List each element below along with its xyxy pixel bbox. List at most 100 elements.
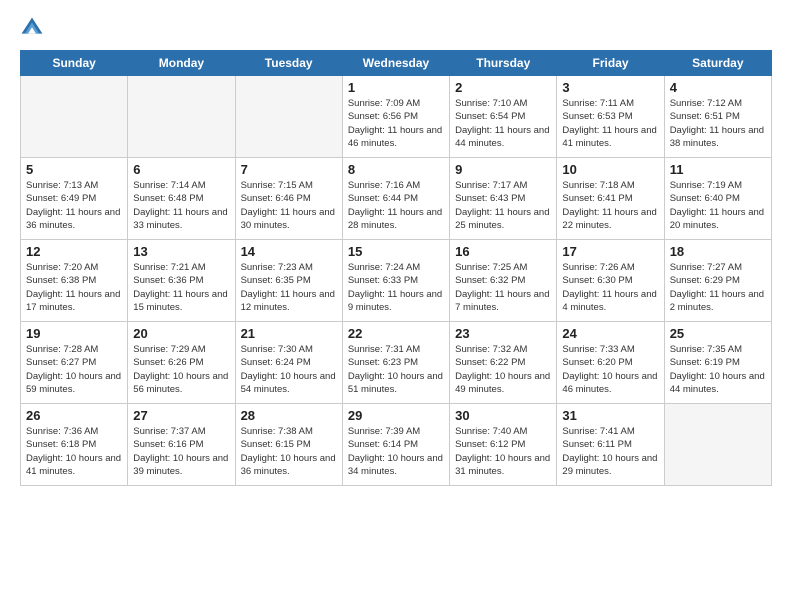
calendar-week-2: 12 Sunrise: 7:20 AM Sunset: 6:38 PM Dayli… xyxy=(21,240,772,322)
day-info: Sunrise: 7:29 AM Sunset: 6:26 PM Dayligh… xyxy=(133,343,229,396)
calendar-cell xyxy=(664,404,771,486)
calendar-cell xyxy=(128,76,235,158)
calendar-week-0: 1Sunrise: 7:09 AM Sunset: 6:56 PM Daylig… xyxy=(21,76,772,158)
day-info: Sunrise: 7:35 AM Sunset: 6:19 PM Dayligh… xyxy=(670,343,766,396)
calendar-cell: 3 Sunrise: 7:11 AM Sunset: 6:53 PM Daylig… xyxy=(557,76,664,158)
day-info: Sunrise: 7:23 AM Sunset: 6:35 PM Dayligh… xyxy=(241,261,337,314)
day-header-sunday: Sunday xyxy=(21,51,128,76)
day-number: 22 xyxy=(348,326,444,341)
day-info: Sunrise: 7:30 AM Sunset: 6:24 PM Dayligh… xyxy=(241,343,337,396)
calendar-table: SundayMondayTuesdayWednesdayThursdayFrid… xyxy=(20,50,772,486)
calendar-cell: 28 Sunrise: 7:38 AM Sunset: 6:15 PM Dayli… xyxy=(235,404,342,486)
day-info: Sunrise: 7:25 AM Sunset: 6:32 PM Dayligh… xyxy=(455,261,551,314)
calendar-cell: 6 Sunrise: 7:14 AM Sunset: 6:48 PM Daylig… xyxy=(128,158,235,240)
day-number: 7 xyxy=(241,162,337,177)
calendar-cell: 9 Sunrise: 7:17 AM Sunset: 6:43 PM Daylig… xyxy=(450,158,557,240)
day-number: 12 xyxy=(26,244,122,259)
calendar-cell: 2 Sunrise: 7:10 AM Sunset: 6:54 PM Daylig… xyxy=(450,76,557,158)
day-number: 19 xyxy=(26,326,122,341)
logo-icon xyxy=(20,16,44,40)
day-info: Sunrise: 7:41 AM Sunset: 6:11 PM Dayligh… xyxy=(562,425,658,478)
day-number: 21 xyxy=(241,326,337,341)
day-info: Sunrise: 7:14 AM Sunset: 6:48 PM Dayligh… xyxy=(133,179,229,232)
day-header-saturday: Saturday xyxy=(664,51,771,76)
day-info: Sunrise: 7:12 AM Sunset: 6:51 PM Dayligh… xyxy=(670,97,766,150)
day-number: 31 xyxy=(562,408,658,423)
calendar-cell: 23Sunrise: 7:32 AM Sunset: 6:22 PM Dayli… xyxy=(450,322,557,404)
day-number: 11 xyxy=(670,162,766,177)
day-number: 2 xyxy=(455,80,551,95)
day-info: Sunrise: 7:27 AM Sunset: 6:29 PM Dayligh… xyxy=(670,261,766,314)
day-info: Sunrise: 7:18 AM Sunset: 6:41 PM Dayligh… xyxy=(562,179,658,232)
day-info: Sunrise: 7:40 AM Sunset: 6:12 PM Dayligh… xyxy=(455,425,551,478)
day-number: 15 xyxy=(348,244,444,259)
calendar-cell: 25 Sunrise: 7:35 AM Sunset: 6:19 PM Dayli… xyxy=(664,322,771,404)
calendar-cell: 22 Sunrise: 7:31 AM Sunset: 6:23 PM Dayli… xyxy=(342,322,449,404)
day-number: 25 xyxy=(670,326,766,341)
day-number: 23 xyxy=(455,326,551,341)
calendar-cell: 10 Sunrise: 7:18 AM Sunset: 6:41 PM Dayli… xyxy=(557,158,664,240)
calendar-cell: 18 Sunrise: 7:27 AM Sunset: 6:29 PM Dayli… xyxy=(664,240,771,322)
calendar-cell xyxy=(235,76,342,158)
header xyxy=(20,16,772,40)
day-info: Sunrise: 7:24 AM Sunset: 6:33 PM Dayligh… xyxy=(348,261,444,314)
day-header-monday: Monday xyxy=(128,51,235,76)
day-number: 10 xyxy=(562,162,658,177)
calendar-cell: 13 Sunrise: 7:21 AM Sunset: 6:36 PM Dayli… xyxy=(128,240,235,322)
day-info: Sunrise: 7:19 AM Sunset: 6:40 PM Dayligh… xyxy=(670,179,766,232)
day-number: 13 xyxy=(133,244,229,259)
calendar-cell: 21 Sunrise: 7:30 AM Sunset: 6:24 PM Dayli… xyxy=(235,322,342,404)
day-info: Sunrise: 7:37 AM Sunset: 6:16 PM Dayligh… xyxy=(133,425,229,478)
calendar-cell: 1Sunrise: 7:09 AM Sunset: 6:56 PM Daylig… xyxy=(342,76,449,158)
calendar-week-3: 19 Sunrise: 7:28 AM Sunset: 6:27 PM Dayli… xyxy=(21,322,772,404)
day-info: Sunrise: 7:31 AM Sunset: 6:23 PM Dayligh… xyxy=(348,343,444,396)
calendar-cell: 17Sunrise: 7:26 AM Sunset: 6:30 PM Dayli… xyxy=(557,240,664,322)
day-number: 16 xyxy=(455,244,551,259)
calendar-cell: 16 Sunrise: 7:25 AM Sunset: 6:32 PM Dayli… xyxy=(450,240,557,322)
day-info: Sunrise: 7:10 AM Sunset: 6:54 PM Dayligh… xyxy=(455,97,551,150)
day-number: 18 xyxy=(670,244,766,259)
day-number: 8 xyxy=(348,162,444,177)
calendar-cell: 27 Sunrise: 7:37 AM Sunset: 6:16 PM Dayli… xyxy=(128,404,235,486)
calendar-cell: 31 Sunrise: 7:41 AM Sunset: 6:11 PM Dayli… xyxy=(557,404,664,486)
calendar-week-4: 26Sunrise: 7:36 AM Sunset: 6:18 PM Dayli… xyxy=(21,404,772,486)
day-info: Sunrise: 7:21 AM Sunset: 6:36 PM Dayligh… xyxy=(133,261,229,314)
calendar-cell: 30 Sunrise: 7:40 AM Sunset: 6:12 PM Dayli… xyxy=(450,404,557,486)
day-header-wednesday: Wednesday xyxy=(342,51,449,76)
day-number: 30 xyxy=(455,408,551,423)
calendar-cell: 14 Sunrise: 7:23 AM Sunset: 6:35 PM Dayli… xyxy=(235,240,342,322)
calendar-cell: 7 Sunrise: 7:15 AM Sunset: 6:46 PM Daylig… xyxy=(235,158,342,240)
day-number: 3 xyxy=(562,80,658,95)
calendar-header-row: SundayMondayTuesdayWednesdayThursdayFrid… xyxy=(21,51,772,76)
day-number: 6 xyxy=(133,162,229,177)
day-info: Sunrise: 7:26 AM Sunset: 6:30 PM Dayligh… xyxy=(562,261,658,314)
day-number: 27 xyxy=(133,408,229,423)
calendar-cell: 5 Sunrise: 7:13 AM Sunset: 6:49 PM Daylig… xyxy=(21,158,128,240)
calendar-cell: 12 Sunrise: 7:20 AM Sunset: 6:38 PM Dayli… xyxy=(21,240,128,322)
day-number: 29 xyxy=(348,408,444,423)
day-info: Sunrise: 7:33 AM Sunset: 6:20 PM Dayligh… xyxy=(562,343,658,396)
day-info: Sunrise: 7:28 AM Sunset: 6:27 PM Dayligh… xyxy=(26,343,122,396)
calendar-cell: 15 Sunrise: 7:24 AM Sunset: 6:33 PM Dayli… xyxy=(342,240,449,322)
day-number: 28 xyxy=(241,408,337,423)
day-header-friday: Friday xyxy=(557,51,664,76)
day-info: Sunrise: 7:13 AM Sunset: 6:49 PM Dayligh… xyxy=(26,179,122,232)
day-number: 14 xyxy=(241,244,337,259)
calendar-cell: 20Sunrise: 7:29 AM Sunset: 6:26 PM Dayli… xyxy=(128,322,235,404)
calendar-cell xyxy=(21,76,128,158)
day-info: Sunrise: 7:17 AM Sunset: 6:43 PM Dayligh… xyxy=(455,179,551,232)
day-info: Sunrise: 7:11 AM Sunset: 6:53 PM Dayligh… xyxy=(562,97,658,150)
calendar-cell: 29Sunrise: 7:39 AM Sunset: 6:14 PM Dayli… xyxy=(342,404,449,486)
day-info: Sunrise: 7:16 AM Sunset: 6:44 PM Dayligh… xyxy=(348,179,444,232)
day-number: 5 xyxy=(26,162,122,177)
logo xyxy=(20,16,46,40)
day-info: Sunrise: 7:20 AM Sunset: 6:38 PM Dayligh… xyxy=(26,261,122,314)
day-header-tuesday: Tuesday xyxy=(235,51,342,76)
day-header-thursday: Thursday xyxy=(450,51,557,76)
day-info: Sunrise: 7:38 AM Sunset: 6:15 PM Dayligh… xyxy=(241,425,337,478)
day-number: 4 xyxy=(670,80,766,95)
calendar-cell: 24Sunrise: 7:33 AM Sunset: 6:20 PM Dayli… xyxy=(557,322,664,404)
day-number: 1 xyxy=(348,80,444,95)
day-info: Sunrise: 7:15 AM Sunset: 6:46 PM Dayligh… xyxy=(241,179,337,232)
day-number: 9 xyxy=(455,162,551,177)
